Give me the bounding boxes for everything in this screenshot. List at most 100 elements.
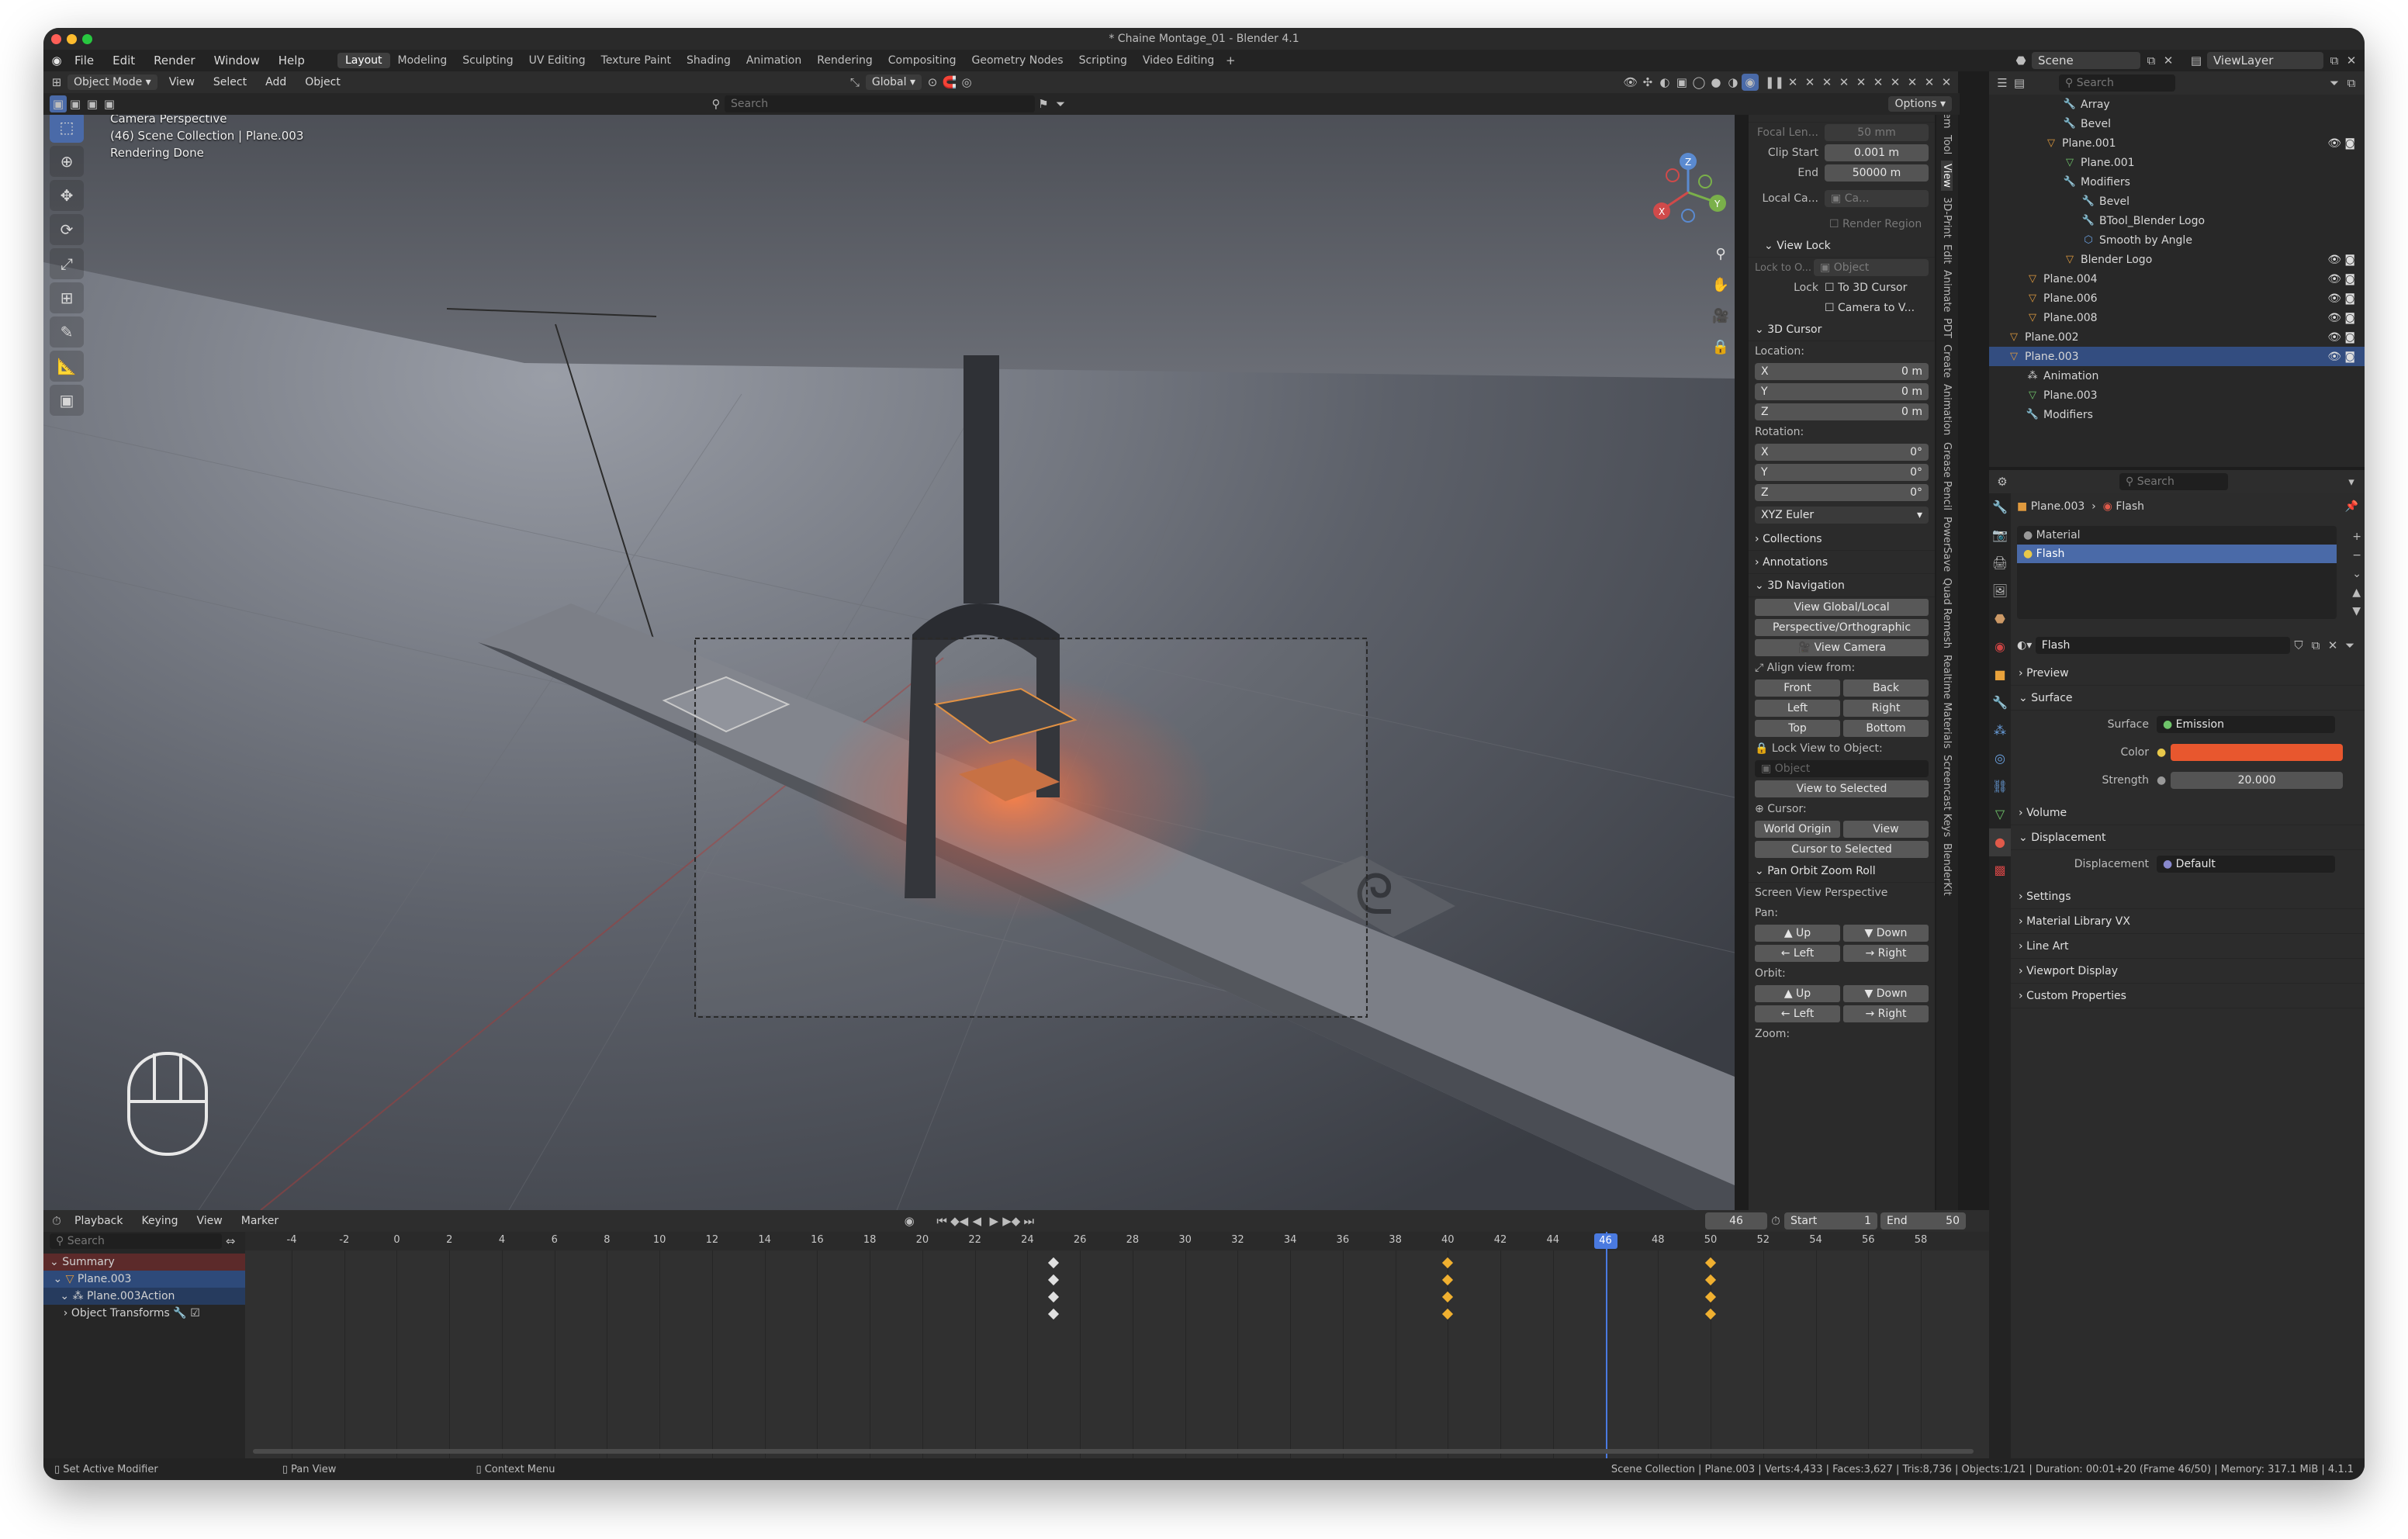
cursor-location-x[interactable]: X0 m <box>1755 363 1929 380</box>
cursor-location-y[interactable]: Y0 m <box>1755 383 1929 400</box>
outliner-row[interactable]: ▽ Plane.002 👁 ◙ <box>1989 327 2365 347</box>
strength-field[interactable]: 20.000 <box>2171 772 2343 789</box>
shading-solid-icon[interactable]: ● <box>1707 74 1725 91</box>
current-frame-field[interactable]: 46 <box>1705 1212 1767 1229</box>
select-mode-subtract-icon[interactable]: ▣ <box>84 95 101 112</box>
playhead[interactable] <box>1605 1232 1607 1458</box>
emission-color-swatch[interactable] <box>2171 744 2343 761</box>
preview-panel-header[interactable]: › Preview <box>2011 661 2365 686</box>
texture-props-icon[interactable]: ▩ <box>1989 856 2011 884</box>
options-button[interactable]: Options ▾ <box>1888 96 1952 112</box>
menu-render[interactable]: Render <box>144 54 204 67</box>
outliner-row[interactable]: ▽ Blender Logo 👁 ◙ <box>1989 250 2365 269</box>
data-props-icon[interactable]: ▽ <box>1989 801 2011 828</box>
view-layer-props-icon[interactable]: 🖼 <box>1989 577 2011 605</box>
minimize-icon[interactable] <box>67 34 77 44</box>
pan-orbit-zoom-roll-section-header[interactable]: ⌄ Pan Orbit Zoom Roll <box>1749 859 1935 883</box>
keyframe-marker[interactable] <box>1048 1291 1060 1303</box>
displacement-field[interactable]: ● Default <box>2157 856 2335 873</box>
editor-type-icon[interactable]: ⊞ <box>48 74 65 91</box>
pan-right-button[interactable]: → Right <box>1843 945 1929 962</box>
workspace-tab-modeling[interactable]: Modeling <box>390 53 455 68</box>
perspective-orthographic-button[interactable]: Perspective/Orthographic <box>1755 619 1929 636</box>
view-layer-icon[interactable]: ▤ <box>2188 52 2205 69</box>
visibility-toggle-icon[interactable]: 👁 ◙ <box>2327 254 2355 266</box>
move-tool-icon[interactable]: ✥ <box>50 180 84 211</box>
keyframe-marker[interactable] <box>1704 1308 1717 1320</box>
local-camera-field[interactable]: ▣ Ca... <box>1825 190 1929 207</box>
new-collection-icon[interactable]: ⧉ <box>2343 74 2360 92</box>
outliner-row[interactable]: 🔧 Modifiers <box>1989 405 2365 424</box>
channel-action[interactable]: ⌄ ⁂ Plane.003Action <box>43 1288 245 1305</box>
funnel-icon[interactable]: ⏷ <box>1052 95 1069 112</box>
outliner-row[interactable]: ⬡ Smooth by Angle <box>1989 230 2365 250</box>
menu-file[interactable]: File <box>65 54 103 67</box>
channel-search-input[interactable]: ⚲ Search <box>50 1233 222 1249</box>
keyframe-marker[interactable] <box>1442 1274 1454 1286</box>
mode-selector[interactable]: Object Mode ▾ <box>67 74 157 90</box>
play-reverse-icon[interactable]: ◀ <box>968 1212 985 1229</box>
timeline-menu-playback[interactable]: Playback <box>65 1215 132 1227</box>
outliner-row[interactable]: ▽ Plane.008 👁 ◙ <box>1989 308 2365 327</box>
outliner-row[interactable]: 🔧 Array <box>1989 95 2365 114</box>
tab-tool[interactable]: Tool <box>1941 135 1953 154</box>
visibility-toggle-icon[interactable]: 👁 ◙ <box>2327 331 2355 344</box>
gizmo-icon[interactable]: ✣ <box>1639 74 1656 91</box>
tool-icon-2[interactable]: ✕ <box>1801 74 1818 91</box>
cursor-rotation-z[interactable]: Z 0° <box>1755 484 1929 501</box>
material-library-panel-header[interactable]: › Material Library VX <box>2011 909 2365 934</box>
cursor-view-button[interactable]: View <box>1843 821 1929 838</box>
tab-animate[interactable]: Animate <box>1941 270 1953 312</box>
zoom-icon-nav[interactable]: ⚲ <box>1711 239 1730 270</box>
camera-view-icon[interactable]: 🎥 <box>1711 301 1730 332</box>
particles-props-icon[interactable]: ⁂ <box>1989 717 2011 745</box>
annotate-tool-icon[interactable]: ✎ <box>50 316 84 348</box>
outliner-row[interactable]: ⁂ Animation <box>1989 366 2365 386</box>
view-lock-section-header[interactable]: ⌄ View Lock <box>1749 234 1935 258</box>
cursor-rotation-y[interactable]: Y 0° <box>1755 464 1929 481</box>
render-props-icon[interactable]: 📷 <box>1989 521 2011 549</box>
cursor-tool-icon[interactable]: ⊕ <box>50 146 84 177</box>
align-bottom-button[interactable]: Bottom <box>1843 720 1929 737</box>
viewport-display-panel-header[interactable]: › Viewport Display <box>2011 959 2365 984</box>
add-slot-icon[interactable]: + <box>2352 527 2361 546</box>
material-slot-flash[interactable]: ● Flash <box>2017 545 2337 563</box>
material-sphere-icon[interactable]: ◐▾ <box>2017 639 2032 652</box>
view-global-local-button[interactable]: View Global/Local <box>1755 599 1929 616</box>
add-workspace-icon[interactable]: + <box>1222 52 1239 69</box>
tab-3d-print[interactable]: 3D-Print <box>1941 197 1953 238</box>
workspace-tab-geometry-nodes[interactable]: Geometry Nodes <box>964 53 1071 68</box>
play-icon[interactable]: ▶ <box>985 1212 1002 1229</box>
constraints-props-icon[interactable]: ⛓ <box>1989 773 2011 801</box>
align-left-button[interactable]: Left <box>1755 700 1840 717</box>
channel-summary[interactable]: ⌄ Summary <box>43 1254 245 1271</box>
snap-icon[interactable]: 🧲 <box>941 74 958 91</box>
close-icon[interactable] <box>51 34 61 44</box>
render-region-checkbox[interactable]: ☐ Render Region <box>1829 218 1922 230</box>
keyframe-marker[interactable] <box>1442 1257 1454 1269</box>
align-top-button[interactable]: Top <box>1755 720 1840 737</box>
tab-animation[interactable]: Animation <box>1941 384 1953 435</box>
menu-window[interactable]: Window <box>205 54 269 67</box>
orbit-left-button[interactable]: ← Left <box>1755 1005 1840 1022</box>
tab-create[interactable]: Create <box>1941 344 1953 378</box>
pan-up-button[interactable]: ▲ Up <box>1755 925 1840 942</box>
unlink-material-icon[interactable]: ✕ <box>2324 637 2341 654</box>
visibility-toggle-icon[interactable]: 👁 ◙ <box>2327 273 2355 285</box>
orbit-right-button[interactable]: → Right <box>1843 1005 1929 1022</box>
visibility-toggle-icon[interactable]: 👁 ◙ <box>2327 351 2355 363</box>
align-right-button[interactable]: Right <box>1843 700 1929 717</box>
channel-object-transforms[interactable]: › Object Transforms 🔧 ☑ <box>43 1305 245 1322</box>
outliner-filter-icon[interactable]: ⏷ <box>2326 74 2343 92</box>
visibility-toggle-icon[interactable]: 👁 ◙ <box>2327 312 2355 324</box>
tab-edit[interactable]: Edit <box>1941 244 1953 264</box>
dopesheet-area[interactable]: -4 -2 0 2 4 6 8 10 12 14 16 18 20 22 24 26 28 30 32 34 36 38 4… <box>245 1232 1989 1458</box>
align-back-button[interactable]: Back <box>1843 680 1929 697</box>
transform-tool-icon[interactable]: ⊞ <box>50 282 84 313</box>
outliner-row[interactable]: 🔧 Bevel <box>1989 192 2365 211</box>
outliner-row[interactable]: 🔧 BTool_Blender Logo <box>1989 211 2365 230</box>
displacement-panel-header[interactable]: ⌄ Displacement <box>2011 825 2365 850</box>
shading-material-icon[interactable]: ◑ <box>1725 74 1742 91</box>
lock-icon[interactable]: 🔒 <box>1711 332 1730 363</box>
workspace-tab-animation[interactable]: Animation <box>739 53 809 68</box>
